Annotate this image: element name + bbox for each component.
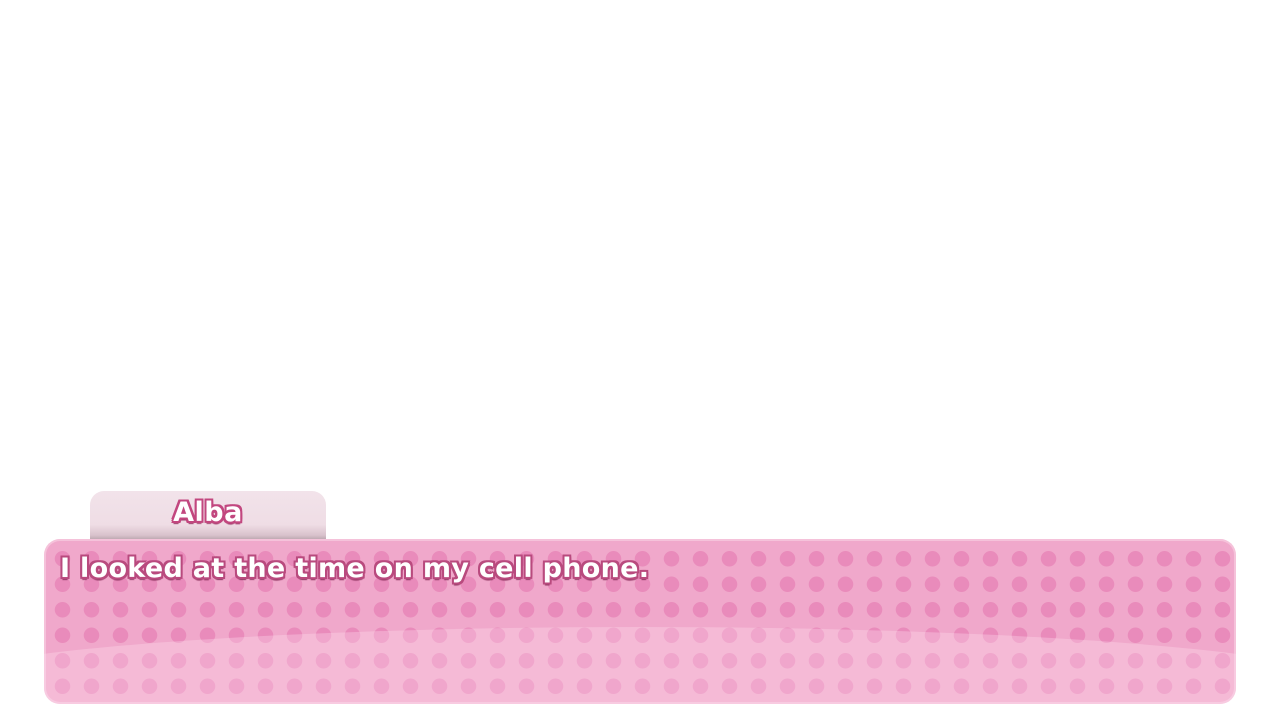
game-scene[interactable]: Alba I looked at the time on my cell pho… <box>0 0 1280 720</box>
textbox-gloss-decoration <box>44 627 1236 704</box>
speaker-name-tab: Alba <box>90 491 326 539</box>
speaker-name: Alba <box>173 497 243 528</box>
dialogue-text: I looked at the time on my cell phone. <box>60 553 650 584</box>
dialogue-box[interactable]: I looked at the time on my cell phone. <box>44 539 1236 704</box>
